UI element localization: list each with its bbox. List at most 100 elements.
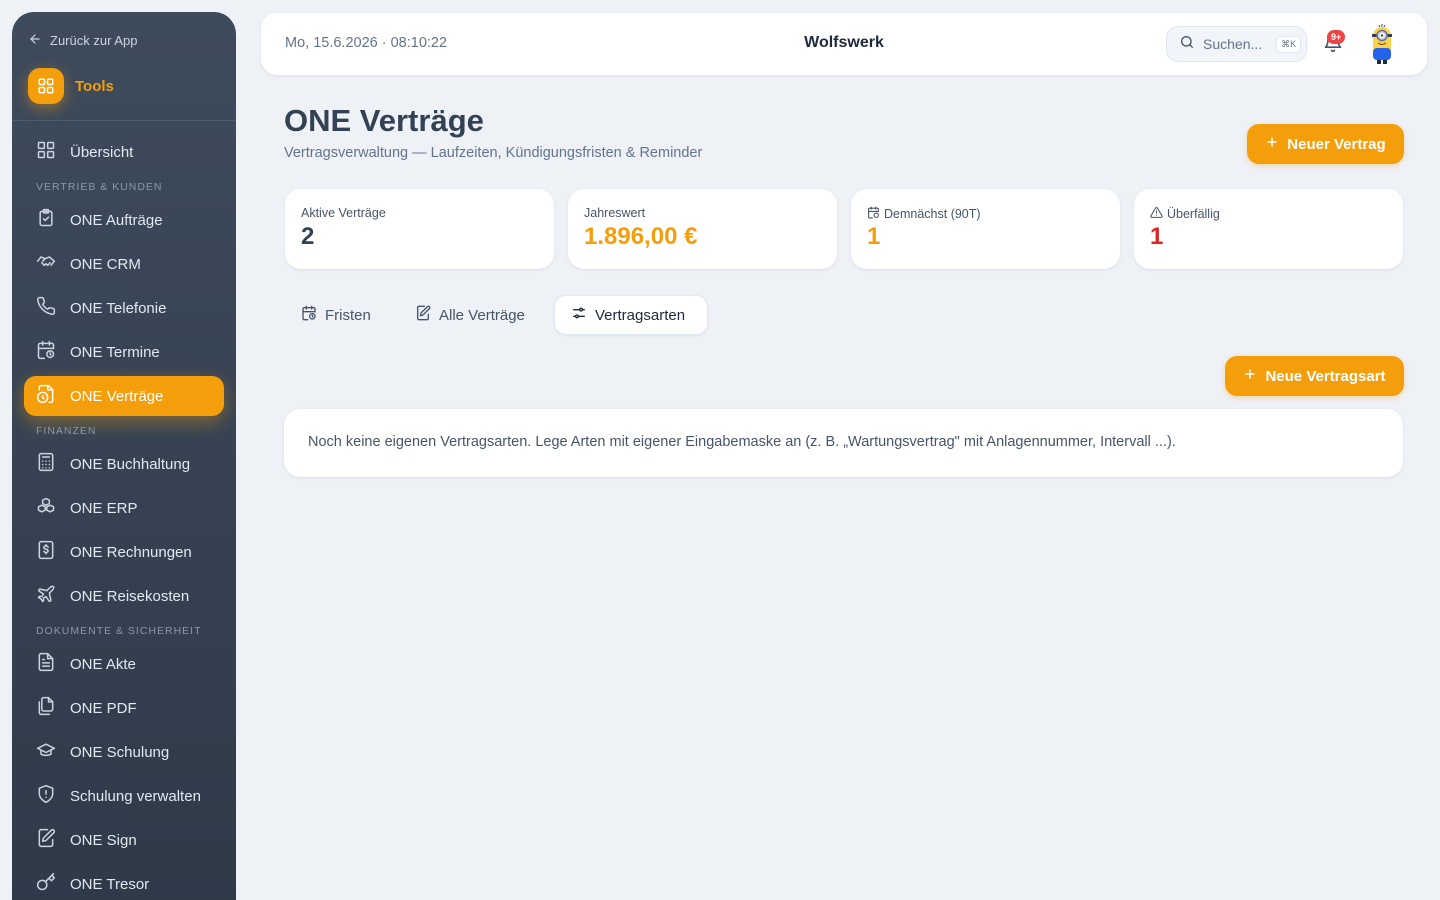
new-contract-type-label: Neue Vertragsart: [1265, 367, 1386, 385]
sidebar-item-label: ONE Telefonie: [70, 299, 167, 317]
sidebar-item-buchhaltung[interactable]: ONE Buchhaltung: [24, 444, 224, 484]
sidebar-item-label: ONE Sign: [70, 831, 137, 849]
sidebar-item-pdf[interactable]: ONE PDF: [24, 688, 224, 728]
calculator-icon: [36, 452, 56, 476]
files-icon: [36, 696, 56, 720]
grid-icon: [36, 140, 56, 164]
receipt-dollar-icon: [36, 540, 56, 564]
sidebar-item-label: ONE Tresor: [70, 875, 150, 893]
arrow-left-icon: [28, 32, 42, 49]
sidebar-item-label: ONE CRM: [70, 255, 141, 273]
stat-label: Demnächst (90T): [884, 207, 981, 221]
section-finanzen: FINANZEN: [36, 425, 97, 437]
new-contract-type-button[interactable]: Neue Vertragsart: [1225, 356, 1404, 396]
plus-icon: [1265, 135, 1279, 153]
sidebar-item-label: ONE Aufträge: [70, 211, 163, 229]
tab-fristen[interactable]: Fristen: [285, 295, 387, 335]
sidebar-item-schulung[interactable]: ONE Schulung: [24, 732, 224, 772]
key-icon: [36, 872, 56, 896]
sidebar-item-crm[interactable]: ONE CRM: [24, 244, 224, 284]
sidebar-item-label: ONE ERP: [70, 499, 138, 517]
file-clock-icon: [36, 384, 56, 408]
section-dokumente: DOKUMENTE & SICHERHEIT: [36, 625, 202, 637]
new-contract-label: Neuer Vertrag: [1287, 135, 1386, 153]
search-placeholder: Suchen...: [1203, 36, 1263, 52]
sidebar-item-akte[interactable]: ONE Akte: [24, 644, 224, 684]
boxes-icon: [36, 496, 56, 520]
sidebar: Zurück zur App Tools Übersicht VERTRIEB …: [12, 12, 236, 900]
page-subtitle: Vertragsverwaltung — Laufzeiten, Kündigu…: [284, 145, 703, 161]
file-edit-icon: [415, 305, 431, 325]
sidebar-divider: [12, 120, 236, 121]
sidebar-item-label: ONE Akte: [70, 655, 136, 673]
page-title: ONE Verträge: [284, 103, 484, 138]
empty-state-card: Noch keine eigenen Vertragsarten. Lege A…: [284, 409, 1403, 477]
file-signature-icon: [36, 828, 56, 852]
sidebar-item-label: ONE Termine: [70, 343, 160, 361]
back-link-label: Zurück zur App: [50, 33, 138, 48]
tab-label: Vertragsarten: [595, 306, 686, 324]
sidebar-item-telefonie[interactable]: ONE Telefonie: [24, 288, 224, 328]
tab-label: Fristen: [325, 306, 371, 324]
sidebar-item-tresor[interactable]: ONE Tresor: [24, 864, 224, 900]
stat-label: Überfällig: [1167, 207, 1220, 221]
stat-label: Jahreswert: [584, 206, 646, 220]
tab-label: Alle Verträge: [439, 306, 525, 324]
sidebar-item-schulung-verwalten[interactable]: Schulung verwalten: [24, 776, 224, 816]
stat-value: 1: [1150, 223, 1164, 250]
sidebar-item-vertraege[interactable]: ONE Verträge: [24, 376, 224, 416]
stat-label-row: Demnächst (90T): [867, 206, 981, 222]
stat-card-annual-value: Jahreswert 1.896,00 €: [568, 189, 837, 269]
stat-value: 1.896,00 €: [584, 223, 698, 250]
sliders-icon: [571, 305, 587, 325]
stat-label: Aktive Verträge: [301, 206, 386, 220]
calendar-clock-icon: [867, 206, 880, 222]
tools-header[interactable]: Tools: [28, 68, 114, 104]
handshake-icon: [36, 252, 56, 276]
clipboard-check-icon: [36, 208, 56, 232]
sidebar-item-termine[interactable]: ONE Termine: [24, 332, 224, 372]
sidebar-item-label: ONE Schulung: [70, 743, 170, 761]
sidebar-item-sign[interactable]: ONE Sign: [24, 820, 224, 860]
sidebar-item-label: ONE Verträge: [70, 387, 164, 405]
phone-icon: [36, 296, 56, 320]
sidebar-item-erp[interactable]: ONE ERP: [24, 488, 224, 528]
sidebar-item-label: Schulung verwalten: [70, 787, 201, 805]
back-to-app-link[interactable]: Zurück zur App: [28, 32, 137, 49]
stat-card-overdue: Überfällig 1: [1134, 189, 1403, 269]
warning-triangle-icon: [1150, 206, 1163, 222]
graduation-cap-icon: [36, 740, 56, 764]
stat-value: 1: [867, 223, 881, 250]
topbar: Mo, 15.6.2026 · 08:10:22 Wolfswerk Suche…: [261, 13, 1427, 75]
search-icon: [1179, 34, 1195, 55]
sidebar-item-label: ONE Buchhaltung: [70, 455, 191, 473]
sidebar-item-label: ONE Reisekosten: [70, 587, 190, 605]
sidebar-item-reisekosten[interactable]: ONE Reisekosten: [24, 576, 224, 616]
sidebar-item-uebersicht[interactable]: Übersicht: [24, 132, 224, 172]
stat-label-row: Überfällig: [1150, 206, 1220, 222]
notification-badge: 9+: [1327, 30, 1346, 44]
sidebar-item-label: Übersicht: [70, 143, 134, 161]
sidebar-item-rechnungen[interactable]: ONE Rechnungen: [24, 532, 224, 572]
new-contract-button[interactable]: Neuer Vertrag: [1247, 124, 1404, 164]
plane-icon: [36, 584, 56, 608]
calendar-clock-icon: [36, 340, 56, 364]
grid-icon: [28, 68, 64, 104]
tab-vertragsarten[interactable]: Vertragsarten: [554, 295, 708, 335]
avatar[interactable]: [1369, 23, 1395, 65]
sidebar-item-label: ONE PDF: [70, 699, 137, 717]
stat-value: 2: [301, 223, 315, 250]
search-shortcut: ⌘K: [1276, 35, 1302, 53]
section-vertrieb: VERTRIEB & KUNDEN: [36, 181, 163, 193]
tab-alle-vertraege[interactable]: Alle Verträge: [399, 295, 541, 335]
shield-alert-icon: [36, 784, 56, 808]
tools-label: Tools: [75, 77, 114, 95]
plus-icon: [1243, 367, 1257, 385]
search-input[interactable]: Suchen... ⌘K: [1166, 26, 1307, 62]
file-text-icon: [36, 652, 56, 676]
sidebar-item-label: ONE Rechnungen: [70, 543, 192, 561]
sidebar-item-auftraege[interactable]: ONE Aufträge: [24, 200, 224, 240]
calendar-clock-icon: [301, 305, 317, 325]
stat-card-upcoming: Demnächst (90T) 1: [851, 189, 1120, 269]
empty-state-message: Noch keine eigenen Vertragsarten. Lege A…: [308, 434, 1176, 450]
